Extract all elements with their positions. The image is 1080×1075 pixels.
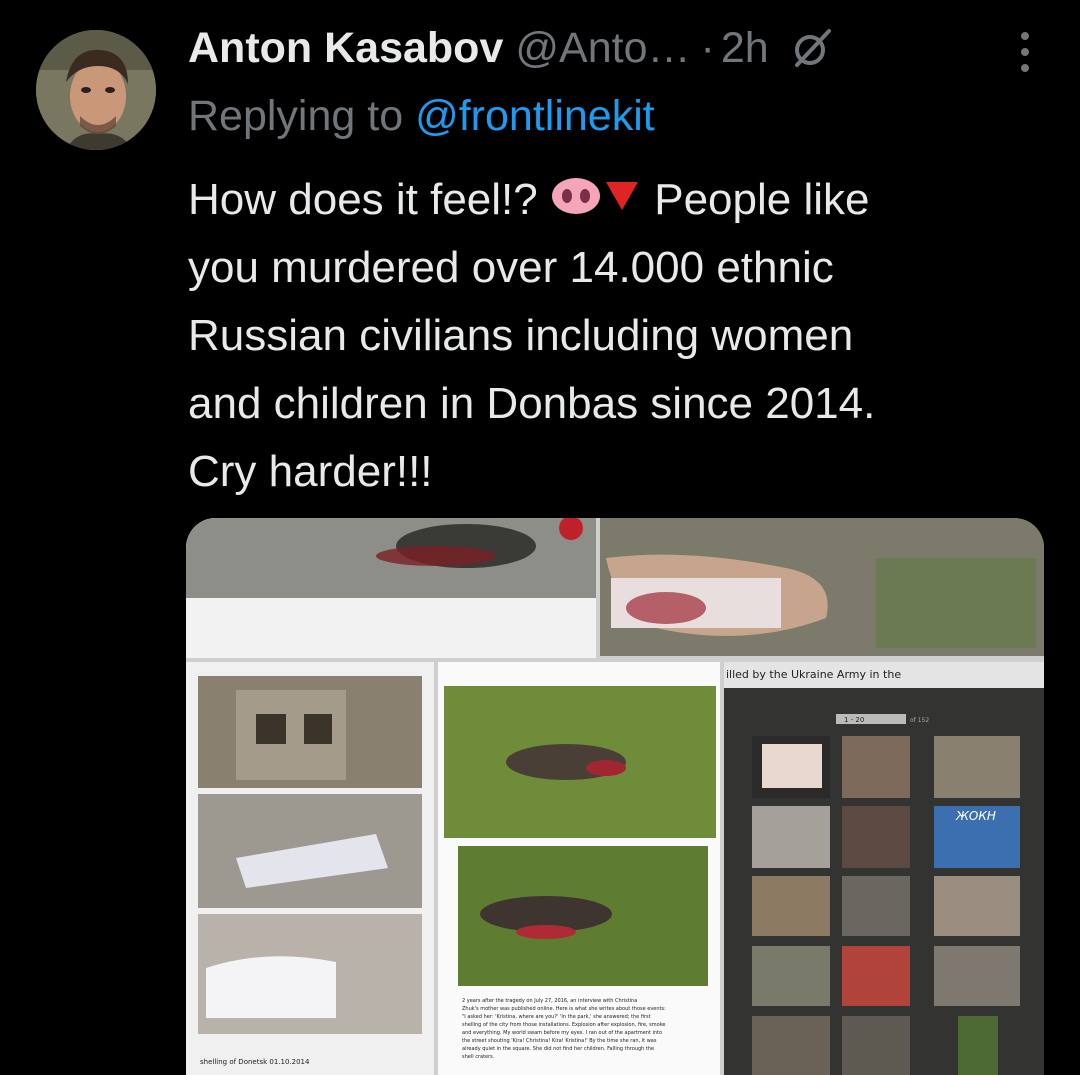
media-collage: shelling of Donetsk 01.10.2014 2 years a… bbox=[186, 518, 1044, 1075]
svg-text:shell craters.: shell craters. bbox=[462, 1054, 495, 1060]
tweet-text-segment: People like bbox=[654, 175, 870, 224]
svg-text:shelling of the city from thos: shelling of the city from those installa… bbox=[462, 1022, 666, 1028]
tweet-text-line-3: Russian civilians including women bbox=[188, 311, 854, 360]
pager-text: 1 - 20 bbox=[844, 716, 864, 724]
svg-text:already quiet in the square. S: already quiet in the square. She did not… bbox=[462, 1046, 654, 1052]
tweet-media-image[interactable]: shelling of Donetsk 01.10.2014 2 years a… bbox=[186, 518, 1044, 1075]
tweet-timestamp[interactable]: 2h bbox=[721, 24, 769, 73]
author-name[interactable]: Anton Kasabov bbox=[188, 24, 503, 73]
svg-text:and everything. My world swam: and everything. My world swam before my … bbox=[462, 1030, 662, 1036]
tweet-text-line-2: you murdered over 14.000 ethnic bbox=[188, 243, 834, 292]
avatar-image bbox=[36, 30, 156, 150]
grok-icon[interactable] bbox=[791, 27, 833, 69]
svg-text:2 years after the tragedy on J: 2 years after the tragedy on July 27, 20… bbox=[462, 998, 637, 1004]
caption-left: shelling of Donetsk 01.10.2014 bbox=[200, 1058, 310, 1066]
header-separator: · bbox=[700, 23, 715, 72]
replying-prefix: Replying to bbox=[188, 92, 416, 140]
more-options-icon[interactable] bbox=[1018, 30, 1032, 74]
red-triangle-down-emoji bbox=[602, 168, 642, 236]
pager-total: of 152 bbox=[910, 717, 929, 724]
tweet-text: How does it feel!? People like you murde… bbox=[188, 166, 1048, 506]
caption-top: illed by the Ukraine Army in the bbox=[726, 668, 901, 681]
tweet-text-line-5: Cry harder!!! bbox=[188, 447, 433, 496]
svg-text:the street shouting 'Kira! Chr: the street shouting 'Kira! Christina! Ki… bbox=[462, 1038, 657, 1044]
tweet-header: Anton Kasabov @Anto… · 2h bbox=[188, 20, 1058, 76]
author-handle[interactable]: @Anto… bbox=[515, 24, 690, 73]
banner-text: ЖОКН bbox=[955, 809, 996, 823]
replying-to-line: Replying to @frontlinekit bbox=[188, 92, 655, 141]
thumbnail-grid: ЖОКН bbox=[752, 736, 1020, 1075]
reply-mention-link[interactable]: @frontlinekit bbox=[415, 92, 655, 140]
svg-text:"I asked her: 'Kristina, where: "I asked her: 'Kristina, where are you?'… bbox=[462, 1014, 651, 1020]
svg-text:Zhuk's mother was published on: Zhuk's mother was published online. Here… bbox=[462, 1006, 666, 1012]
tweet-text-line-4: and children in Donbas since 2014. bbox=[188, 379, 876, 428]
tweet-text-line-1: How does it feel!? People like bbox=[188, 166, 1048, 234]
tweet-text-segment: How does it feel!? bbox=[188, 175, 538, 224]
pig-nose-emoji bbox=[550, 168, 602, 236]
author-avatar[interactable] bbox=[36, 30, 156, 150]
